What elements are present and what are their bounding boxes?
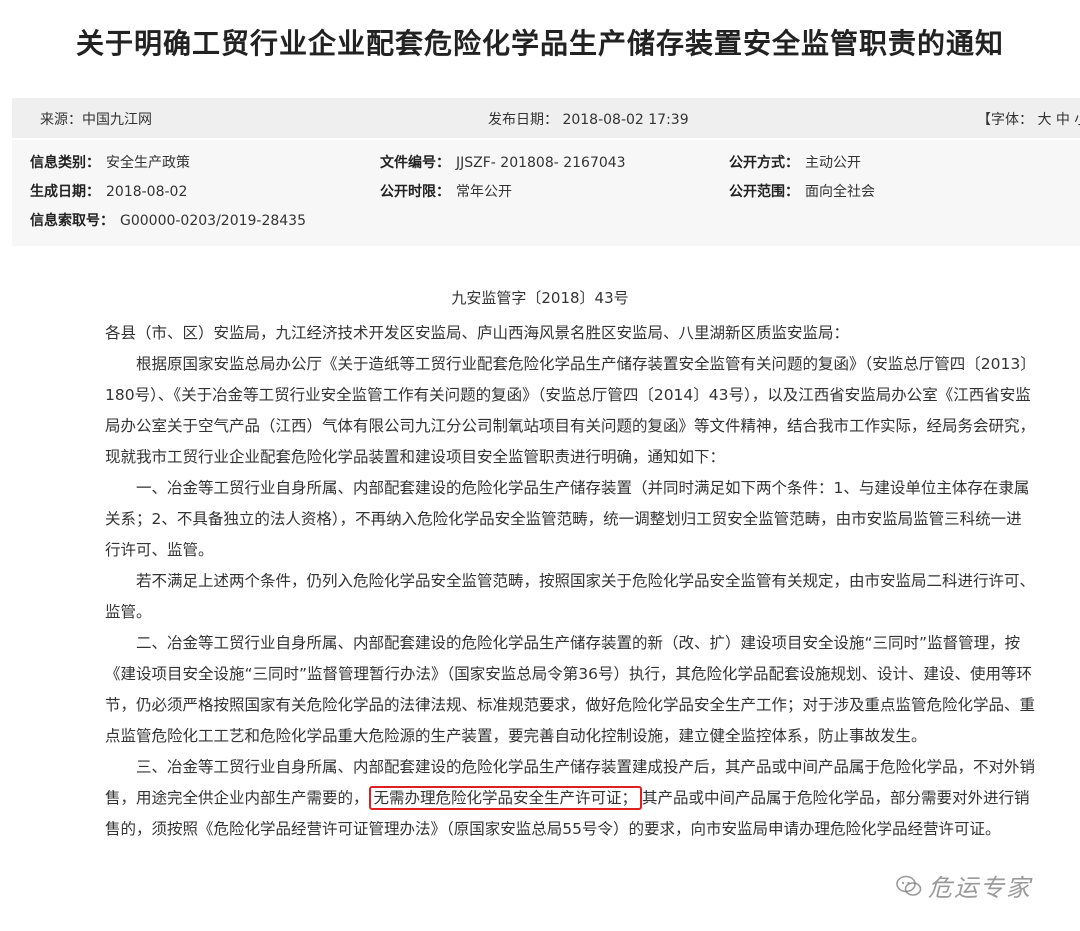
document-body: 各县（市、区）安监局，九江经济技术开发区安监局、庐山西海风景名胜区安监局、八里湖… bbox=[105, 318, 1035, 845]
info-public-scope-label: 公开范围： bbox=[729, 184, 799, 200]
info-file-no-value: JJSZF- 201808- 2167043 bbox=[456, 155, 626, 171]
info-file-no: 文件编号： JJSZF- 201808- 2167043 bbox=[380, 152, 626, 172]
info-gen-date: 生成日期： 2018-08-02 bbox=[30, 181, 187, 201]
info-public-scope: 公开范围： 面向全社会 bbox=[729, 181, 875, 201]
highlighted-text: 无需办理危险化学品安全生产许可证； bbox=[368, 786, 643, 810]
info-index-no: 信息索取号： G00000-0203/2019-28435 bbox=[30, 210, 306, 230]
info-public-scope-value: 面向全社会 bbox=[805, 184, 875, 200]
info-public-limit-value: 常年公开 bbox=[456, 184, 512, 200]
source-text: 来源：中国九江网 bbox=[40, 112, 152, 128]
info-public-mode-label: 公开方式： bbox=[729, 155, 799, 171]
info-index-value: G00000-0203/2019-28435 bbox=[120, 213, 306, 229]
info-category-value: 安全生产政策 bbox=[106, 155, 190, 171]
info-public-mode: 公开方式： 主动公开 bbox=[729, 152, 861, 172]
document-number: 九安监管字〔2018〕43号 bbox=[451, 289, 629, 307]
info-table: 信息类别： 安全生产政策 文件编号： JJSZF- 201808- 2167043 … bbox=[12, 140, 1080, 246]
paragraph-4: 二、冶金等工贸行业自身所属、内部配套建设的危险化学品生产储存装置的新（改、扩）建… bbox=[105, 634, 1036, 745]
watermark: 危运专家 bbox=[896, 868, 1032, 903]
watermark-text: 危运专家 bbox=[928, 874, 1032, 902]
wechat-icon bbox=[896, 875, 922, 896]
paragraph-2: 一、冶金等工贸行业自身所属、内部配套建设的危险化学品生产储存装置（并同时满足如下… bbox=[105, 479, 1030, 559]
page-title: 关于明确工贸行业企业配套危险化学品生产储存装置安全监管职责的通知 bbox=[75, 27, 1004, 60]
info-category-label: 信息类别： bbox=[30, 155, 100, 171]
info-public-mode-value: 主动公开 bbox=[805, 155, 861, 171]
info-index-label: 信息索取号： bbox=[30, 213, 114, 229]
info-gen-date-value: 2018-08-02 bbox=[106, 184, 188, 200]
publish-date: 发布日期： 2018-08-02 17:39 bbox=[488, 112, 689, 128]
info-public-limit-label: 公开时限： bbox=[380, 184, 450, 200]
info-public-limit: 公开时限： 常年公开 bbox=[380, 181, 512, 201]
info-gen-date-label: 生成日期： bbox=[30, 184, 100, 200]
paragraph-3: 若不满足上述两个条件，仍列入危险化学品安全监管范畴，按照国家关于危险化学品安全监… bbox=[105, 572, 1036, 621]
salutation: 各县（市、区）安监局，九江经济技术开发区安监局、庐山西海风景名胜区安监局、八里湖… bbox=[105, 324, 850, 342]
meta-bar: 来源：中国九江网 发布日期： 2018-08-02 17:39 【字体： 大 中… bbox=[12, 98, 1080, 138]
font-size-switcher[interactable]: 【字体： 大 中 小 bbox=[977, 109, 1080, 129]
paragraph-5: 三、冶金等工贸行业自身所属、内部配套建设的危险化学品生产储存装置建成投产后，其产… bbox=[105, 752, 1035, 845]
paragraph-1: 根据原国家安监总局办公厅《关于造纸等工贸行业配套危险化学品生产储存装置安全监管有… bbox=[105, 355, 1036, 466]
info-category: 信息类别： 安全生产政策 bbox=[30, 152, 190, 172]
info-file-no-label: 文件编号： bbox=[380, 155, 450, 171]
